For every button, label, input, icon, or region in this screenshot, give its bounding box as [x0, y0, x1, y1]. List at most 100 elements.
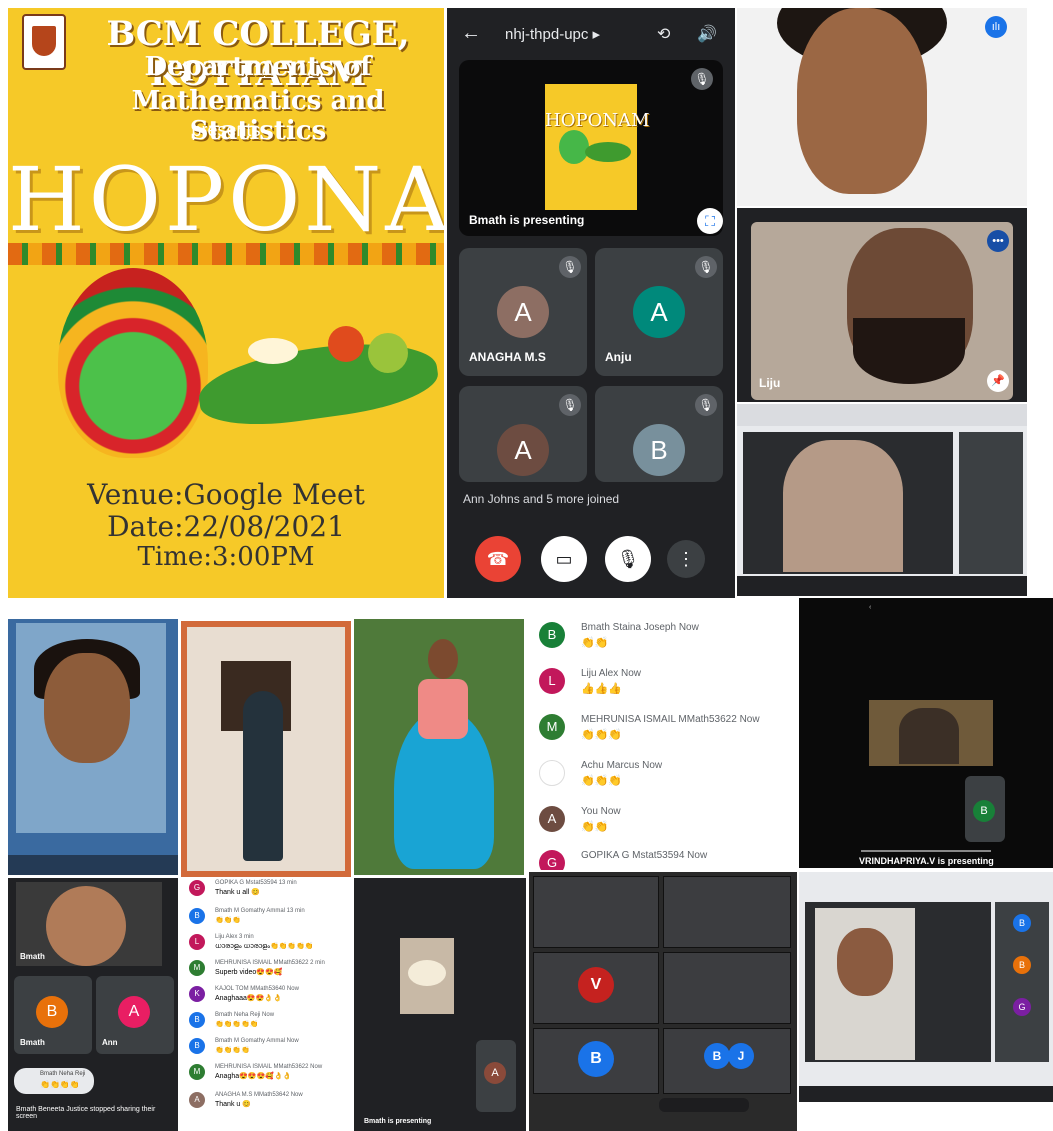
camera-off-button[interactable]: ▭	[541, 536, 587, 582]
meet-phone-screen: Bmath B Bmath A Ann Bmath Neha Reji 👏👏👏👏…	[8, 878, 178, 1131]
chat-text: 👏👏	[581, 821, 609, 833]
department-line-1: Departments of	[144, 52, 372, 82]
participant-video-tile[interactable]: ••• Liju 📌	[737, 208, 1027, 402]
call-control-bar	[659, 1098, 749, 1112]
back-arrow-icon[interactable]: ←	[461, 22, 481, 45]
chat-text: Superb video😍😍🥰	[215, 969, 283, 976]
chat-sender: Achu Marcus Now	[581, 760, 663, 771]
video-progress-bar[interactable]	[861, 850, 991, 852]
avatar: J	[728, 1043, 754, 1069]
avatar: M	[539, 714, 565, 740]
avatar: B	[539, 622, 565, 648]
avatar: B	[189, 908, 205, 924]
participant-tile[interactable]: 🎙 A Anju	[595, 248, 723, 376]
switch-camera-icon[interactable]: ⟲	[657, 24, 670, 44]
presenting-label: Bmath is presenting	[469, 213, 585, 227]
avatar: G	[539, 850, 565, 870]
participant-tile[interactable]: 🎙 B	[595, 386, 723, 482]
pin-icon[interactable]: 📌	[987, 370, 1009, 392]
avatar: L	[539, 668, 565, 694]
presentation-video-frame: ‹ B VRINDHAPRIYA.V is presenting	[799, 598, 1053, 868]
avatar: A	[633, 286, 685, 338]
mic-off-icon: 🎙	[695, 256, 717, 278]
avatar: A	[497, 286, 549, 338]
participant-beard	[853, 318, 965, 384]
dancer-top	[418, 679, 468, 739]
participant-figure	[815, 908, 915, 1060]
avatar: K	[189, 986, 205, 1002]
more-options-button[interactable]: ⋮	[667, 540, 705, 578]
avatar: B	[36, 996, 68, 1028]
avatar: B	[1013, 914, 1031, 932]
avatar: B	[578, 1041, 614, 1077]
dancer-figure	[243, 691, 283, 861]
avatar	[539, 760, 565, 786]
avatar: V	[578, 967, 614, 1003]
presentation-tile[interactable]: 🎙 HOPONAM Bmath is presenting ⛶	[459, 60, 723, 236]
avatar: M	[189, 960, 205, 976]
participant-name: Bmath	[20, 1038, 45, 1047]
singer-video-frame	[8, 619, 178, 875]
chat-text: 👏👏	[581, 637, 609, 649]
laptop-meet-screenshot: B B G	[799, 872, 1053, 1102]
participant-name: Anju	[605, 350, 632, 364]
chat-sender: KAJOL TOM MMath53640 Now	[215, 986, 299, 992]
avatar: A	[118, 996, 150, 1028]
participant-face	[44, 653, 130, 763]
speaker-icon[interactable]: 🔊	[697, 24, 717, 44]
chat-sender: GOPIKA G Mstat53594 Now	[581, 850, 708, 861]
chat-sender: Bmath M Gomathy Ammal Now	[215, 1038, 299, 1044]
chat-sender: MEHRUNISA ISMAIL MMath53622 Now	[581, 714, 760, 725]
food-item	[368, 333, 408, 373]
avatar: A	[539, 806, 565, 832]
chat-text: 👏👏👏	[581, 775, 623, 787]
reaction-toast: Bmath Neha Reji 👏👏👏👏	[14, 1068, 94, 1094]
participant-tile[interactable]: 🎙 A	[459, 386, 587, 482]
participant-tile[interactable]: 🎙 A ANAGHA M.S	[459, 248, 587, 376]
laptop-meet-screenshot	[737, 404, 1027, 596]
chat-text: 👏👏👏👏👏	[215, 1021, 259, 1028]
avatar: B	[1013, 956, 1031, 974]
avatar: B	[704, 1043, 730, 1069]
presenting-label: VRINDHAPRIYA.V is presenting	[859, 856, 994, 866]
meeting-code[interactable]: nhj-thpd-upc ▸	[505, 25, 600, 43]
avatar: B	[633, 424, 685, 476]
participant-name: Bmath	[20, 952, 45, 961]
fullscreen-icon[interactable]: ⛶	[697, 208, 723, 234]
participant-tile: B J	[663, 1028, 791, 1094]
chat-sender: MEHRUNISA ISMAIL MMath53622 2 min	[215, 960, 325, 966]
chat-text: Anaghaaa😍😍👌👌	[215, 995, 282, 1002]
participant-tile	[663, 876, 791, 948]
chat-sender: MEHRUNISA ISMAIL MMath53622 Now	[215, 1064, 323, 1070]
movie-clip	[869, 700, 993, 766]
avatar: L	[189, 934, 205, 950]
chat-sender: Liju Alex Now	[581, 668, 642, 679]
screen-header: ‹	[869, 604, 872, 611]
chat-sender: Bmath Staina Joseph Now	[581, 622, 699, 633]
mic-off-icon: 🎙	[559, 256, 581, 278]
participant-figure	[783, 440, 903, 572]
shared-food-image	[400, 938, 454, 1014]
main-video	[805, 902, 991, 1062]
chat-text: 👏👏👏	[581, 729, 623, 741]
avatar: A	[189, 1092, 205, 1108]
shared-poster-title: HOPONAM	[545, 110, 650, 131]
speaker-video-tile[interactable]: ılı	[737, 8, 1027, 206]
kathakali-face	[58, 268, 208, 458]
food-item	[328, 326, 364, 362]
speaking-indicator-icon: ılı	[985, 16, 1007, 38]
mic-off-icon: 🎙	[559, 394, 581, 416]
chat-text: 👏👏👏	[215, 917, 242, 924]
event-title: HOPONAM	[8, 148, 444, 251]
joined-notification: Ann Johns and 5 more joined	[463, 492, 620, 506]
avatar: B	[189, 1012, 205, 1028]
end-call-button[interactable]: ☎	[475, 536, 521, 582]
toast-text: 👏👏👏👏	[40, 1080, 80, 1089]
mic-off-button[interactable]: 🎙	[605, 536, 651, 582]
event-poster: BCM COLLEGE, KOTTAYAM Departments of Mat…	[8, 8, 444, 598]
more-options-icon[interactable]: •••	[987, 230, 1009, 252]
participant-tile[interactable]: B Bmath	[14, 976, 92, 1054]
participant-tile[interactable]: A Ann	[96, 976, 174, 1054]
avatar: G	[189, 880, 205, 896]
stopped-sharing-notice: Bmath Beneeta Justice stopped sharing th…	[16, 1106, 156, 1120]
